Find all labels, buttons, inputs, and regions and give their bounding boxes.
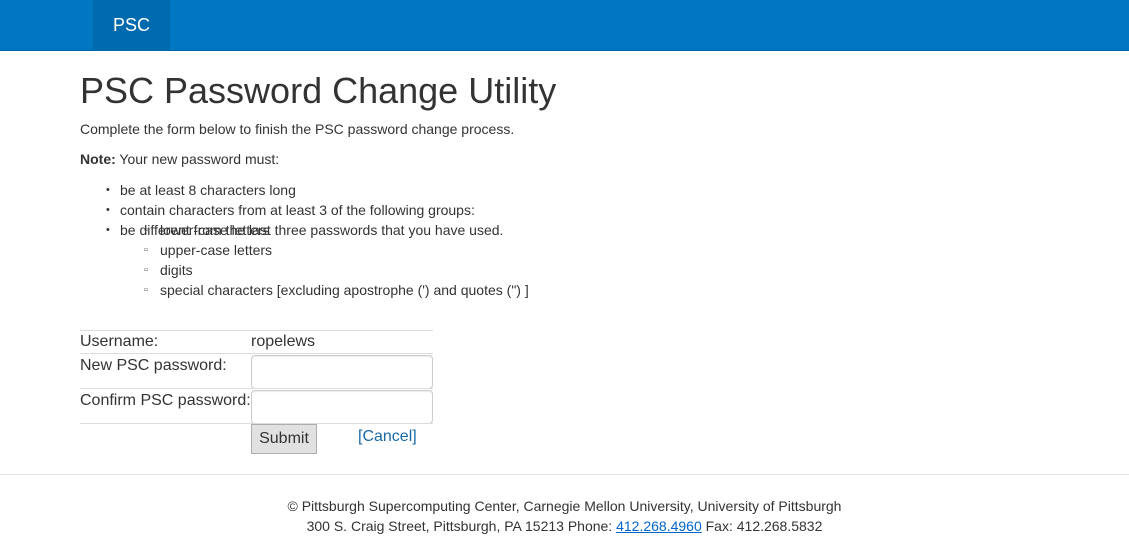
requirement-length: be at least 8 characters long: [80, 180, 529, 200]
page-title: PSC Password Change Utility: [80, 70, 557, 111]
requirement-groups-label: contain characters from at least 3 of th…: [120, 202, 475, 218]
footer-fax: Fax: 412.268.5832: [701, 518, 823, 534]
username-value: ropelews: [251, 333, 316, 350]
note-label: Note:: [80, 151, 116, 167]
phone-link[interactable]: 412.268.4960: [616, 518, 702, 534]
footer-copyright: © Pittsburgh Supercomputing Center, Carn…: [287, 498, 842, 514]
group-item: upper-case letters: [120, 240, 529, 260]
top-navbar: PSC: [0, 0, 1129, 51]
submit-button[interactable]: Submit: [251, 424, 317, 454]
confirm-password-row: Confirm PSC password:: [80, 388, 433, 424]
brand-link[interactable]: PSC: [93, 0, 170, 51]
intro-text: Complete the form below to finish the PS…: [80, 121, 515, 137]
note-text: Note: Your new password must:: [80, 151, 279, 167]
footer-contact: 300 S. Craig Street, Pittsburgh, PA 1521…: [0, 516, 1129, 536]
group-item: special characters [excluding apostrophe…: [120, 280, 529, 300]
group-item: digits: [120, 260, 529, 280]
password-requirements-list: be at least 8 characters long contain ch…: [80, 180, 529, 300]
username-row: Username: ropelews: [80, 330, 433, 353]
cancel-link[interactable]: [Cancel]: [358, 428, 417, 446]
footer-address: 300 S. Craig Street, Pittsburgh, PA 1521…: [306, 518, 617, 534]
requirement-history: be different from the last three passwor…: [80, 220, 529, 240]
note-body: Your new password must:: [115, 151, 280, 167]
confirm-password-label: Confirm PSC password:: [80, 392, 251, 409]
new-password-row: New PSC password:: [80, 353, 433, 389]
new-password-input[interactable]: [251, 355, 433, 389]
confirm-password-input[interactable]: [251, 390, 433, 424]
username-label: Username:: [80, 333, 159, 350]
footer: © Pittsburgh Supercomputing Center, Carn…: [0, 496, 1129, 536]
new-password-label: New PSC password:: [80, 357, 227, 374]
footer-divider: [0, 474, 1129, 475]
requirement-groups: contain characters from at least 3 of th…: [80, 200, 529, 300]
